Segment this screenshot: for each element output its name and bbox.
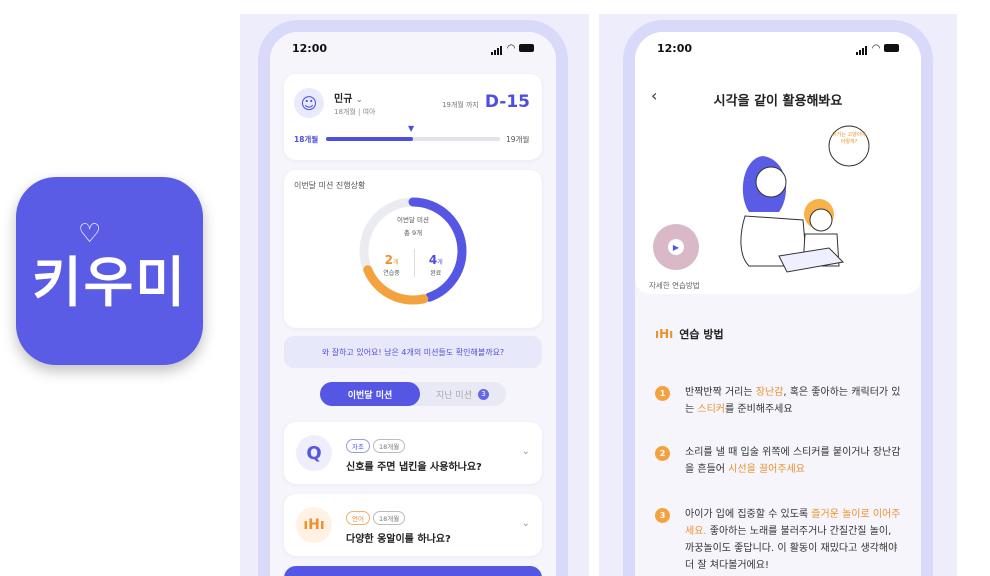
dday-value: D-15 <box>484 92 530 112</box>
battery-icon <box>884 44 899 52</box>
dday-label: 19개월 까지 <box>441 101 479 109</box>
done-value: 4 <box>428 253 438 267</box>
child-name: 민규 <box>334 94 353 105</box>
avatar: ☺ <box>294 88 324 118</box>
wifi-icon: ◠ <box>872 42 880 54</box>
chevron-down-icon[interactable]: ⌄ <box>356 95 363 104</box>
question-icon: Q <box>296 435 332 471</box>
donut-center-label: 이번달 미션 <box>397 216 429 224</box>
battery-icon <box>519 44 534 52</box>
speech-bubble-text: 이거는 고양이야 어떻게? <box>832 132 866 145</box>
chevron-down-icon[interactable]: ⌄ <box>522 518 530 529</box>
progress-start-label: 18개월 <box>294 135 319 144</box>
mission-tag: 언어 <box>346 511 370 525</box>
mission-card-1[interactable]: Q 자조 18개월 신호를 주면 냅킨을 사용하나요? ⌄ <box>284 422 542 484</box>
status-time: 12:00 <box>292 41 328 55</box>
mission-title: 다양한 옹알이를 하나요? <box>346 534 451 545</box>
signal-icon <box>491 42 503 55</box>
status-bar: 12:00 ◠ <box>635 32 921 64</box>
video-thumbnail[interactable]: ▶ <box>653 224 699 270</box>
progress-end-label: 19개월 <box>506 135 530 144</box>
tab-current-missions[interactable]: 이번달 미션 <box>320 382 420 406</box>
status-time: 12:00 <box>657 41 693 55</box>
left-screenshot-panel: 12:00 ◠ ☺ 민규 ⌄ 18개월 | 여아 19개월 까지 D-15 ▼ … <box>240 14 589 576</box>
left-phone-screen: 12:00 ◠ ☺ 민규 ⌄ 18개월 | 여아 19개월 까지 D-15 ▼ … <box>270 32 556 576</box>
signal-icon <box>856 42 868 55</box>
step-text-2: 소리를 낼 때 입술 위쪽에 스티커를 붙이거나 장난감을 흔들어 시선을 끌어… <box>685 447 901 475</box>
app-icon[interactable]: ♡ 키우미 <box>16 177 203 365</box>
mission-tag: 18개월 <box>372 439 406 453</box>
left-phone-frame: 12:00 ◠ ☺ 민규 ⌄ 18개월 | 여아 19개월 까지 D-15 ▼ … <box>258 20 568 576</box>
mission-status-title: 이번달 미션 진행상황 <box>294 181 366 190</box>
right-phone-screen: 12:00 ◠ ‹ 시각을 같이 활용해봐요 이거는 고양이야 어떻게? ▶ 자… <box>635 32 921 576</box>
profile-card[interactable]: ☺ 민규 ⌄ 18개월 | 여아 19개월 까지 D-15 ▼ 18개월 19개… <box>284 74 542 160</box>
right-screenshot-panel: 12:00 ◠ ‹ 시각을 같이 활용해봐요 이거는 고양이야 어떻게? ▶ 자… <box>599 14 957 576</box>
in-progress-unit: 개 <box>392 259 399 266</box>
step-text-3: 아이가 입에 집중할 수 있도록 즐거운 놀이로 이어주세요. 좋아하는 노래를… <box>685 509 901 571</box>
step-number-2: 2 <box>655 446 670 461</box>
encourage-banner[interactable]: 와 잘하고 있어요! 남은 4개의 미션들도 확인해볼까요? <box>284 336 542 368</box>
wifi-icon: ◠ <box>507 42 515 54</box>
tab-past-label: 지난 미션 <box>436 390 472 401</box>
done-unit: 개 <box>437 259 443 266</box>
mission-status-card: 이번달 미션 진행상황 이번달 미션 총 9개 2개 연습중 4개 완료 <box>284 170 542 328</box>
chevron-down-icon[interactable]: ⌄ <box>522 446 530 457</box>
step-number-1: 1 <box>655 386 670 401</box>
section-title: 연습 방법 <box>679 328 724 341</box>
month-progress-track <box>326 137 500 141</box>
app-logo-text: 키우미 <box>31 250 188 314</box>
barbell-icon: ıHı <box>296 507 332 543</box>
mission-card-2[interactable]: ıHı 언어 18개월 다양한 옹알이를 하나요? ⌄ <box>284 494 542 556</box>
in-progress-label: 연습중 <box>383 270 400 277</box>
progress-marker-icon: ▼ <box>408 124 415 133</box>
step-number-3: 3 <box>655 508 670 523</box>
month-progress-fill <box>326 137 413 141</box>
mission-tag: 자조 <box>346 439 370 453</box>
done-label: 완료 <box>430 270 442 277</box>
mission-tag: 18개월 <box>372 511 406 525</box>
page-title: 시각을 같이 활용해봐요 <box>713 94 843 109</box>
bottom-button[interactable] <box>284 566 542 576</box>
past-count-badge: 3 <box>477 388 489 400</box>
in-progress-value: 2 <box>384 253 393 267</box>
step-text-1: 반짝반짝 거리는 장난감, 혹은 좋아하는 캐릭터가 있는 스티커를 준비해주세… <box>685 387 901 415</box>
tab-past-missions[interactable]: 지난 미션 3 <box>436 382 489 406</box>
right-phone-frame: 12:00 ◠ ‹ 시각을 같이 활용해봐요 이거는 고양이야 어떻게? ▶ 자… <box>623 20 933 576</box>
mission-title: 신호를 주면 냅킨을 사용하나요? <box>346 462 482 473</box>
barbell-icon: ıHı <box>655 327 674 341</box>
child-sub: 18개월 | 여아 <box>334 108 376 116</box>
donut-center-total: 총 9개 <box>403 229 423 237</box>
video-label: 자세한 연습방법 <box>649 281 700 290</box>
status-bar: 12:00 ◠ <box>270 32 556 64</box>
play-icon: ▶ <box>668 239 684 255</box>
